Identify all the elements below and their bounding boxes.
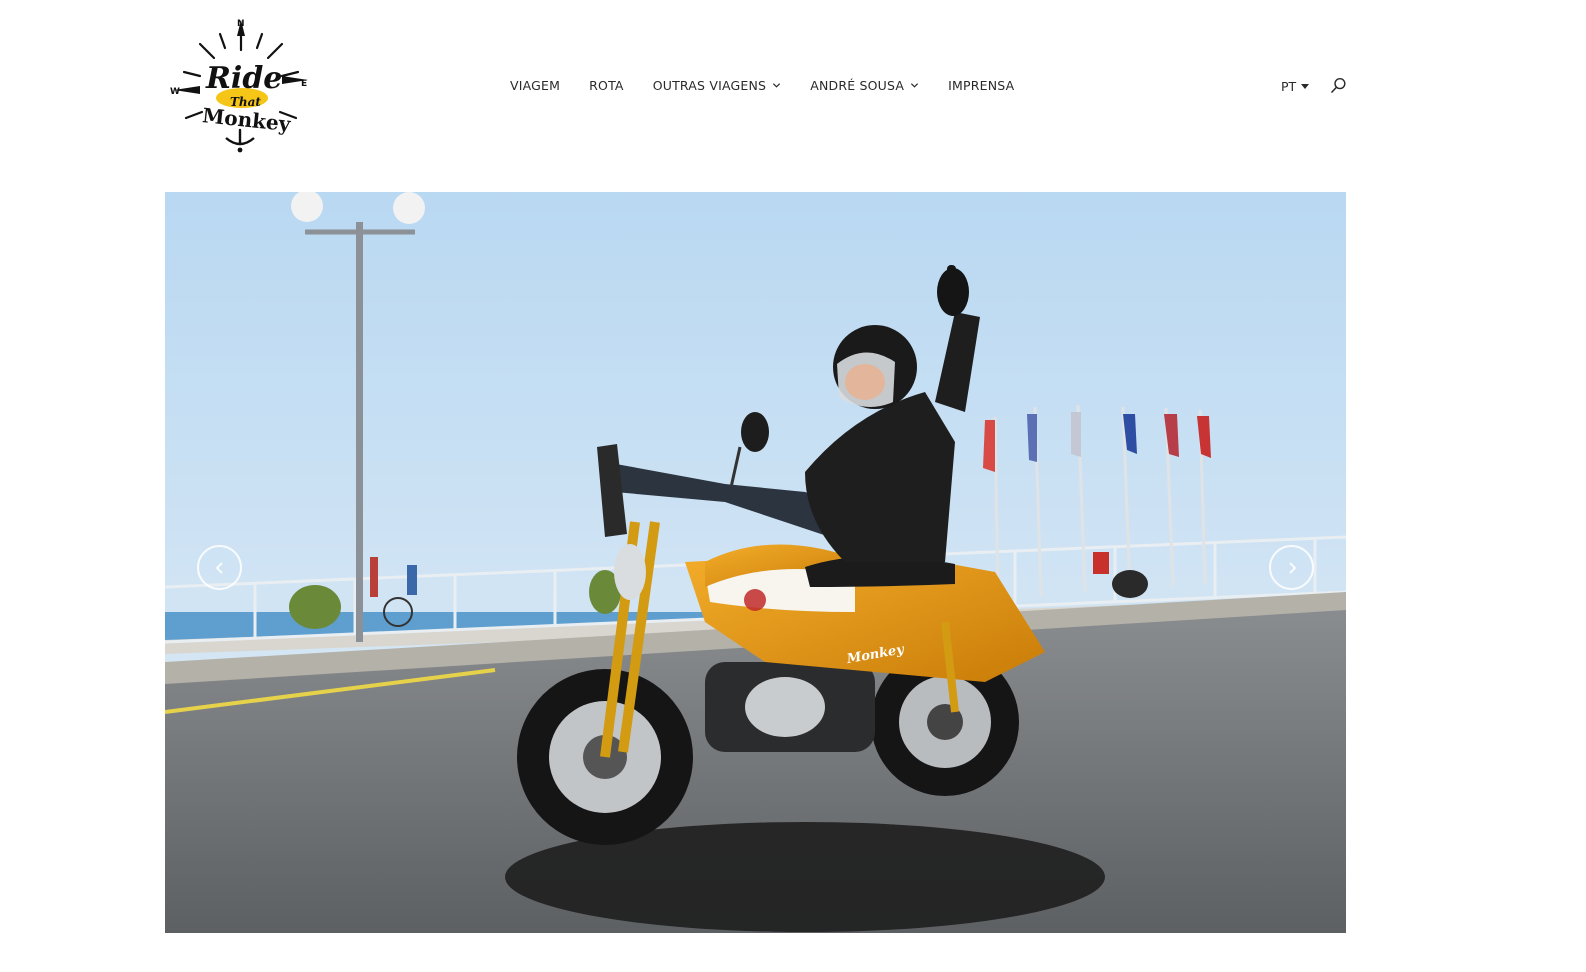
logo-compass-graphic: N W E Ride That Monkey: [170, 19, 308, 153]
nav-item-imprensa[interactable]: IMPRENSA: [948, 78, 1014, 93]
logo-word-monkey: Monkey: [201, 103, 293, 136]
nav-item-andre-sousa[interactable]: ANDRÉ SOUSA: [810, 78, 919, 93]
chevron-down-icon: [910, 81, 919, 90]
language-switcher[interactable]: PT: [1281, 79, 1310, 94]
nav-item-label: ROTA: [589, 78, 624, 93]
site-logo[interactable]: N W E Ride That Monkey: [170, 14, 312, 162]
nav-item-rota[interactable]: ROTA: [589, 78, 624, 93]
caret-down-icon: [1301, 84, 1310, 89]
nav-item-label: VIAGEM: [510, 78, 561, 93]
nav-item-viagem[interactable]: VIAGEM: [510, 78, 560, 93]
chevron-left-icon: [215, 561, 223, 574]
nav-item-outras-viagens[interactable]: OUTRAS VIAGENS: [653, 78, 782, 93]
logo-word-ride: Ride: [205, 61, 282, 96]
hero-slide-image: Monkey: [165, 192, 1346, 933]
hero-slider: Monkey: [165, 192, 1346, 933]
slider-prev-button[interactable]: [197, 545, 242, 590]
chevron-down-icon: [772, 81, 781, 90]
slider-next-button[interactable]: [1269, 545, 1314, 590]
compass-north-letter: N: [237, 19, 245, 29]
compass-east-letter: E: [301, 79, 307, 89]
search-icon[interactable]: [1330, 77, 1347, 94]
compass-west-letter: W: [170, 87, 180, 97]
nav-item-label: OUTRAS VIAGENS: [652, 78, 767, 93]
language-current: PT: [1281, 79, 1297, 94]
chevron-right-icon: [1288, 561, 1296, 574]
nav-item-label: IMPRENSA: [948, 78, 1015, 93]
site-header: N W E Ride That Monkey VIAGEM ROTA OUTRA…: [0, 0, 1586, 180]
main-navigation: VIAGEM ROTA OUTRAS VIAGENS ANDRÉ SOUSA I…: [510, 78, 1014, 93]
nav-item-label: ANDRÉ SOUSA: [810, 78, 905, 93]
